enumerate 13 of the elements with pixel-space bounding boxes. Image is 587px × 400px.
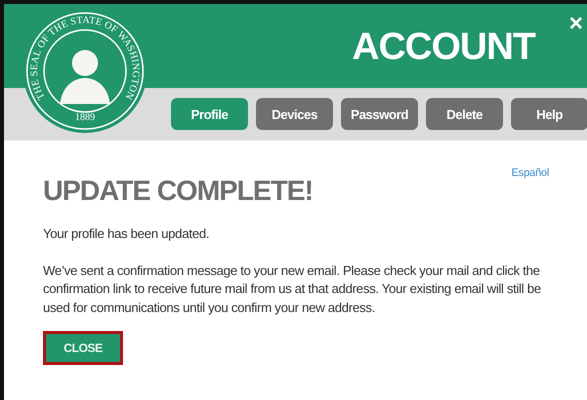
figure-drawing	[60, 50, 110, 104]
message-text: We’ve sent a confirmation message to your new email. Please check your mail and click the confirmation link to receive future mail from us at that address. Your existing email will still be used for communications until you confirm your new address.	[43, 262, 542, 317]
close-button[interactable]: ×	[568, 12, 583, 36]
page-title: ACCOUNT	[352, 26, 535, 68]
message-text: Your profile has been updated.	[43, 225, 210, 243]
tab[interactable]: Profile	[171, 98, 248, 130]
close-button[interactable]: CLOSE	[43, 331, 123, 365]
tab[interactable]: Delete	[426, 98, 503, 130]
tab[interactable]: Devices	[256, 98, 333, 130]
tab[interactable]: Password	[341, 98, 418, 130]
heading: UPDATE COMPLETE!	[43, 175, 313, 207]
language-link[interactable]: Español	[511, 167, 549, 179]
tab[interactable]: Help	[511, 98, 587, 130]
